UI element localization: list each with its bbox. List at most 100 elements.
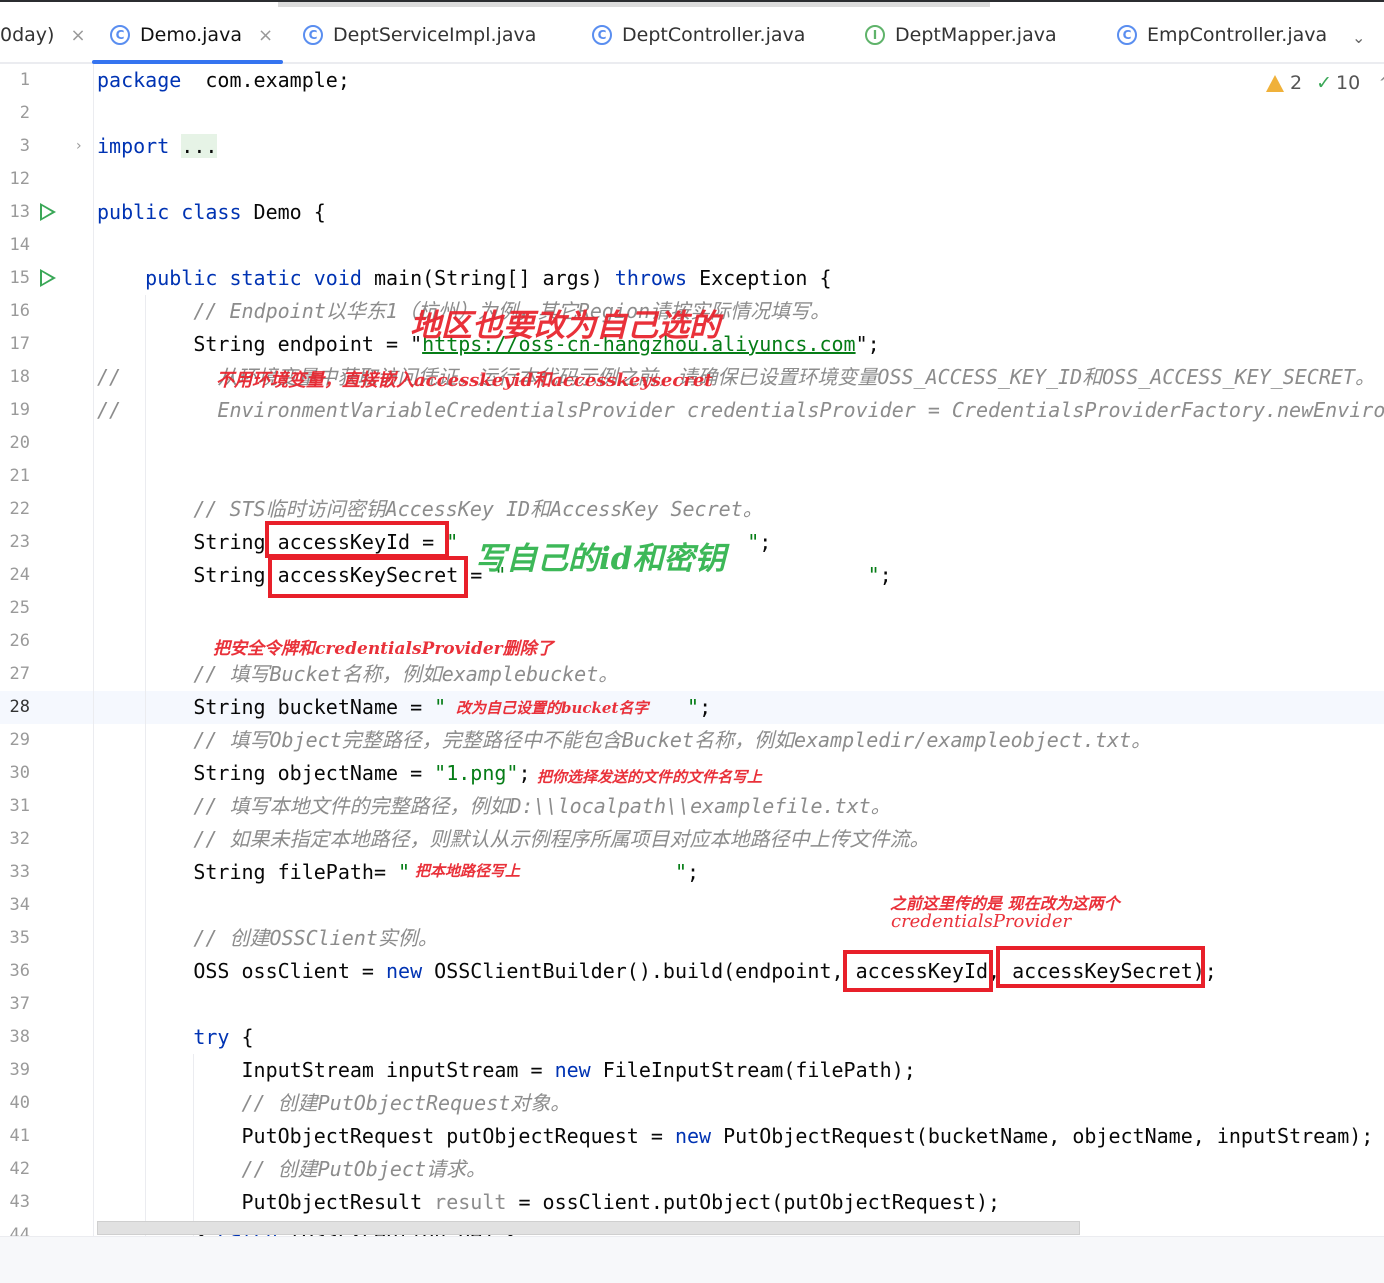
- line-number: 24: [9, 565, 30, 585]
- line-number: 43: [9, 1192, 30, 1212]
- code-token: try: [193, 1025, 230, 1049]
- line-number: 23: [9, 532, 30, 552]
- run-icon[interactable]: [40, 203, 56, 221]
- code-token: String bucketName =: [97, 695, 435, 719]
- line-number: 1: [19, 70, 30, 90]
- line-number: 19: [9, 400, 30, 420]
- code-text: public class Demo {: [97, 196, 326, 229]
- code-text: // 创建OSSClient实例。: [97, 922, 438, 955]
- code-token: // 填写Object完整路径，完整路径中不能包含Bucket名称，例如exam…: [193, 728, 1152, 752]
- warning-icon: [1266, 74, 1284, 92]
- class-icon: C: [592, 25, 612, 45]
- code-line[interactable]: 39 InputStream inputStream = new FileInp…: [0, 1054, 1384, 1087]
- line-number: 21: [9, 466, 30, 486]
- code-token: ...: [181, 134, 218, 158]
- code-line[interactable]: 27 // 填写Bucket名称，例如examplebucket。: [0, 658, 1384, 691]
- code-line[interactable]: 38 try {: [0, 1021, 1384, 1054]
- inspection-widget[interactable]: 2 ✓10 ^: [1266, 72, 1384, 94]
- code-line[interactable]: 19 // EnvironmentVariableCredentialsProvi…: [0, 394, 1384, 427]
- close-icon[interactable]: ×: [70, 25, 85, 46]
- tab-demo-java[interactable]: C Demo.java ×: [110, 8, 273, 62]
- code-token: throws: [614, 266, 688, 290]
- code-line[interactable]: 34: [0, 889, 1384, 922]
- code-token: public static void: [145, 266, 362, 290]
- code-line[interactable]: 26: [0, 625, 1384, 658]
- code-line[interactable]: 33 String filePath= " ";: [0, 856, 1384, 889]
- code-line[interactable]: 12: [0, 163, 1384, 196]
- code-line[interactable]: 3 › import ...: [0, 130, 1384, 163]
- tab-empcontroller-java[interactable]: C EmpController.java: [1117, 8, 1327, 62]
- code-line[interactable]: 2: [0, 97, 1384, 130]
- code-line[interactable]: 14: [0, 229, 1384, 262]
- code-token: new: [674, 1124, 712, 1148]
- highlight-box-arg-accesskeyid: [843, 950, 993, 992]
- code-line[interactable]: 15 public static void main(String[] args…: [0, 262, 1384, 295]
- code-text: // 创建PutObjectRequest对象。: [97, 1087, 571, 1120]
- code-token: String endpoint = ": [97, 332, 423, 356]
- code-line[interactable]: 25: [0, 592, 1384, 625]
- line-number: 42: [9, 1159, 30, 1179]
- class-icon: C: [110, 25, 130, 45]
- code-line[interactable]: 41 PutObjectRequest putObjectRequest = n…: [0, 1120, 1384, 1153]
- line-number: 31: [9, 796, 30, 816]
- code-text: // 填写Object完整路径，完整路径中不能包含Bucket名称，例如exam…: [97, 724, 1151, 757]
- code-token: ;: [879, 563, 892, 587]
- line-number: 16: [9, 301, 30, 321]
- code-line[interactable]: 43 PutObjectResult result = ossClient.pu…: [0, 1186, 1384, 1219]
- fold-icon[interactable]: ›: [76, 130, 82, 163]
- horizontal-scrollbar[interactable]: [97, 1221, 1080, 1235]
- code-token: String filePath=: [97, 860, 399, 884]
- close-icon[interactable]: ×: [258, 25, 273, 46]
- line-number: 14: [9, 235, 30, 255]
- line-number: 17: [9, 334, 30, 354]
- run-icon[interactable]: [40, 269, 56, 287]
- code-token: // 创建OSSClient实例。: [193, 926, 438, 950]
- code-text: // EnvironmentVariableCredentialsProvide…: [97, 394, 1384, 427]
- code-token: PutObjectRequest(bucketName, objectName,…: [711, 1124, 1374, 1148]
- annotation-path: 把本地路径写上: [415, 862, 521, 880]
- annotation-before-2: credentialsProvider: [891, 911, 1072, 932]
- tabs-scrollbar[interactable]: [278, 2, 990, 7]
- tab-deptcontroller-java[interactable]: C DeptController.java: [592, 8, 805, 62]
- code-line[interactable]: 42 // 创建PutObject请求。: [0, 1153, 1384, 1186]
- tab-deptmapper-java[interactable]: I DeptMapper.java: [865, 8, 1057, 62]
- code-token: // 创建PutObjectRequest对象。: [241, 1091, 571, 1115]
- code-line[interactable]: 40 // 创建PutObjectRequest对象。: [0, 1087, 1384, 1120]
- code-token: {: [229, 1025, 254, 1049]
- tab-0day[interactable]: 0day) ×: [0, 8, 86, 62]
- code-token: import: [97, 134, 170, 158]
- code-line[interactable]: 20: [0, 427, 1384, 460]
- code-token: com.example;: [181, 68, 350, 92]
- code-line[interactable]: 1 package com.example;: [0, 64, 1384, 97]
- line-number: 20: [9, 433, 30, 453]
- annotation-own-keys: 写自己的id和密钥: [475, 541, 726, 577]
- code-line[interactable]: 13 public class Demo {: [0, 196, 1384, 229]
- code-line[interactable]: 22 // STS临时访问密钥AccessKey ID和AccessKey Se…: [0, 493, 1384, 526]
- code-text: public static void main(String[] args) t…: [97, 262, 831, 295]
- line-number: 33: [9, 862, 30, 882]
- code-token: PutObjectRequest putObjectRequest =: [97, 1124, 675, 1148]
- line-number: 27: [9, 664, 30, 684]
- code-line[interactable]: 31 // 填写本地文件的完整路径，例如D:\\localpath\\examp…: [0, 790, 1384, 823]
- tab-deptserviceimpl-java[interactable]: C DeptServiceImpl.java: [303, 8, 536, 62]
- code-line[interactable]: 28 String bucketName = " ";: [0, 691, 1384, 724]
- code-token: InputStream inputStream =: [97, 1058, 555, 1082]
- status-area: [0, 1236, 1384, 1283]
- code-token: // 如果未指定本地路径，则默认从示例程序所属项目对应本地路径中上传文件流。: [193, 827, 930, 851]
- chevron-down-icon[interactable]: ⌄: [1352, 28, 1365, 47]
- code-line[interactable]: 29 // 填写Object完整路径，完整路径中不能包含Bucket名称，例如e…: [0, 724, 1384, 757]
- code-line[interactable]: 32 // 如果未指定本地路径，则默认从示例程序所属项目对应本地路径中上传文件流…: [0, 823, 1384, 856]
- code-line[interactable]: 21: [0, 460, 1384, 493]
- chevron-up-icon[interactable]: ^: [1378, 72, 1384, 94]
- line-number: 18: [9, 367, 30, 387]
- code-line[interactable]: 37: [0, 988, 1384, 1021]
- highlight-box-accesskeyid: [265, 521, 449, 558]
- code-token: // STS临时访问密钥AccessKey ID和AccessKey Secre…: [193, 497, 763, 521]
- line-number: 2: [19, 103, 30, 123]
- code-editor[interactable]: 1 package com.example; 2 3 › import ... 12 13 pu…: [0, 64, 1384, 1236]
